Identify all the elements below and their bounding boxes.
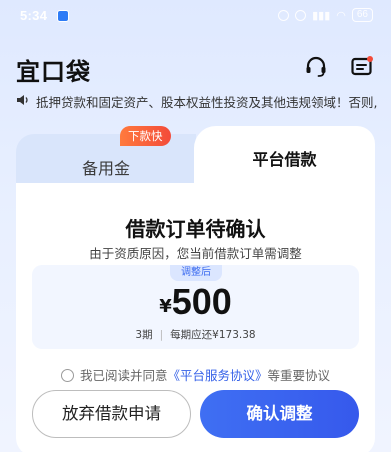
message-icon[interactable]: [349, 54, 375, 80]
battery-indicator: 66: [351, 8, 373, 22]
abandon-loan-button[interactable]: 放弃借款申请: [32, 390, 191, 438]
status-bar: 5:34 ▮▮▮ ◠ 66: [0, 0, 391, 30]
adjusted-tag: 调整后: [170, 265, 222, 281]
agreement-suffix: 等重要协议: [267, 368, 331, 383]
order-title: 借款订单待确认: [125, 217, 266, 241]
notice-marquee: 抵押贷款和固定资产、股本权益性投资及其他违规领域！否则,: [0, 88, 391, 112]
fast-badge: 下款快: [120, 126, 171, 146]
tab-label: 平台借款: [252, 150, 317, 169]
app-header: 宜口袋: [0, 48, 391, 88]
amount-line: ¥500: [32, 281, 359, 323]
agreement-row: 我已阅读并同意《平台服务协议》等重要协议: [16, 365, 375, 384]
alarm-icon: [278, 9, 290, 21]
service-agreement-link[interactable]: 《平台服务协议》: [167, 368, 267, 383]
status-time: 5:34: [20, 8, 48, 23]
wifi-icon: ◠: [336, 9, 346, 22]
signal-icon: ▮▮▮: [312, 9, 331, 22]
headset-icon[interactable]: [303, 54, 329, 80]
speaker-icon: [17, 95, 28, 105]
app-logo: 宜口袋: [16, 58, 91, 86]
agreement-prefix: 我已阅读并同意: [79, 368, 168, 383]
period-count: 3期: [135, 329, 153, 341]
divider: |: [159, 329, 164, 341]
app-notification-icon: [57, 10, 69, 22]
tab-label: 备用金: [81, 159, 130, 178]
notice-text: 抵押贷款和固定资产、股本权益性投资及其他违规领域！否则,: [36, 95, 378, 110]
loan-amount: 500: [171, 281, 232, 322]
repayment-info: 3期 | 每期应还¥173.38: [32, 327, 359, 342]
confirm-adjust-button[interactable]: 确认调整: [200, 390, 359, 438]
amount-box: 调整后 ¥500 3期 | 每期应还¥173.38: [32, 265, 359, 349]
loan-card: 备用金 下款快 平台借款 借款订单待确认 由于资质原因，您当前借款订单需调整 调…: [16, 126, 375, 452]
agreement-checkbox[interactable]: [60, 369, 74, 382]
currency-symbol: ¥: [159, 296, 172, 317]
per-period-repayment: 每期应还¥173.38: [170, 329, 256, 341]
order-subtitle: 由于资质原因，您当前借款订单需调整: [89, 246, 302, 261]
notification-icon: [295, 9, 307, 21]
status-icons: ▮▮▮ ◠ 66: [278, 8, 373, 22]
